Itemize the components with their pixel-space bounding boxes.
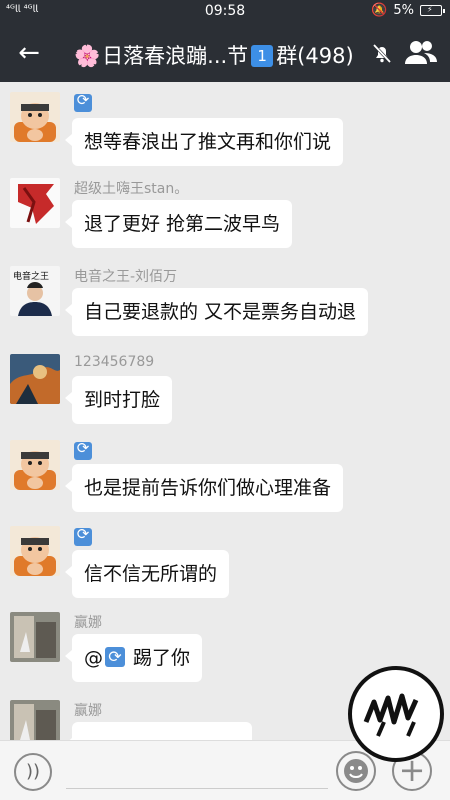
avatar[interactable] bbox=[10, 440, 60, 490]
message-bubble[interactable]: 退了更好 抢第二波早鸟 bbox=[64, 200, 293, 248]
message-bubble[interactable]: @ 踢了你 bbox=[64, 634, 203, 682]
user-badge-icon bbox=[74, 439, 92, 460]
message-text: 到时打脸 bbox=[84, 389, 161, 411]
message-input[interactable] bbox=[66, 757, 328, 789]
number-badge: 1 bbox=[251, 45, 274, 67]
sender-name: 电音之王-刘佰万 bbox=[74, 269, 178, 285]
avatar[interactable]: 电音之王 bbox=[10, 266, 60, 316]
logo-watermark bbox=[348, 666, 444, 762]
title-bar: ← 🌸日落春浪蹦...节 1 群(498) bbox=[0, 24, 450, 82]
message-bubble[interactable]: 想等春浪出了推文再和你们说 bbox=[64, 118, 344, 166]
avatar[interactable] bbox=[10, 92, 60, 142]
title-text: 日落春浪蹦...节 bbox=[102, 44, 249, 68]
title-suffix: 群(498) bbox=[276, 44, 354, 68]
message-bubble[interactable] bbox=[65, 722, 252, 740]
chat-title[interactable]: 🌸日落春浪蹦...节 1 群(498) bbox=[74, 40, 354, 70]
message-text: 想等春浪出了推文再和你们说 bbox=[84, 131, 332, 153]
svg-text:电音之王: 电音之王 bbox=[13, 270, 49, 282]
mention-at: @ bbox=[84, 647, 103, 669]
message-text: 踢了你 bbox=[127, 647, 191, 669]
chat-area[interactable]: 想等春浪出了推文再和你们说 超级土嗨王stan。 退了更好 抢第二波早鸟 电音之… bbox=[0, 82, 450, 740]
mention-user-icon bbox=[105, 645, 125, 669]
avatar[interactable] bbox=[10, 354, 60, 404]
avatar[interactable] bbox=[10, 526, 60, 576]
mute-bell-icon[interactable] bbox=[370, 41, 394, 65]
message-bubble[interactable]: 也是提前告诉你们做心理准备 bbox=[64, 464, 344, 512]
sender-name: 123456789 bbox=[74, 354, 155, 370]
user-badge-icon bbox=[74, 525, 92, 546]
group-members-icon[interactable] bbox=[404, 38, 438, 66]
sender-name: 赢娜 bbox=[74, 703, 102, 719]
status-bar: ⁴ᴳ𝗅𝗅 ⁴ᴳ𝗅𝗅 09:58 🔕 5% ⚡ bbox=[0, 0, 450, 24]
sender-name: 超级土嗨王stan。 bbox=[74, 181, 189, 197]
message-text: 信不信无所谓的 bbox=[84, 563, 218, 585]
alarm-icon: 🔕 bbox=[371, 3, 388, 18]
message-bubble[interactable]: 到时打脸 bbox=[64, 376, 173, 424]
battery-icon: ⚡ bbox=[420, 5, 445, 16]
sender-name: 赢娜 bbox=[74, 615, 102, 631]
message-bubble[interactable]: 自己要退款的 又不是票务自动退 bbox=[64, 288, 369, 336]
user-badge-icon bbox=[74, 91, 92, 112]
avatar[interactable] bbox=[10, 612, 60, 662]
message-text: 也是提前告诉你们做心理准备 bbox=[84, 477, 332, 499]
back-arrow-icon[interactable]: ← bbox=[14, 38, 44, 68]
avatar[interactable] bbox=[10, 178, 60, 228]
message-text: 退了更好 抢第二波早鸟 bbox=[84, 213, 281, 235]
battery-percent: 5% bbox=[393, 3, 414, 18]
message-bubble[interactable]: 信不信无所谓的 bbox=[64, 550, 230, 598]
flower-icon: 🌸 bbox=[74, 44, 101, 68]
voice-icon[interactable]: )) bbox=[14, 753, 52, 791]
status-right: 🔕 5% ⚡ bbox=[371, 3, 445, 18]
avatar[interactable] bbox=[10, 700, 60, 740]
message-text: 自己要退款的 又不是票务自动退 bbox=[84, 301, 357, 323]
